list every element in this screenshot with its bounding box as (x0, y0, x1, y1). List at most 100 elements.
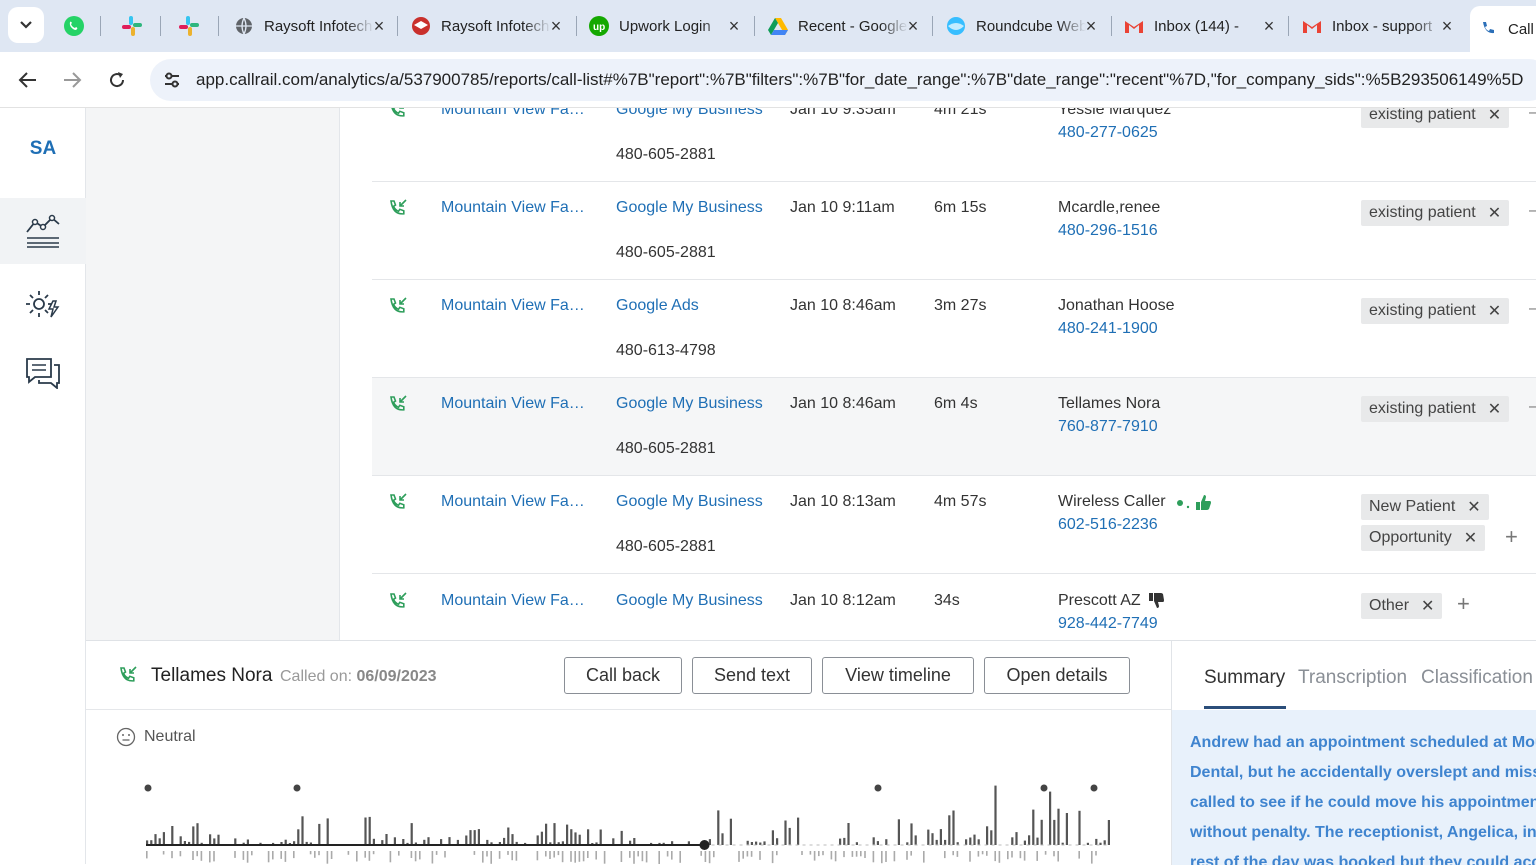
waveform-bar (994, 785, 997, 845)
tag: Opportunity ✕ (1361, 525, 1486, 551)
caller-phone-link[interactable]: 928-442-7749 (1058, 615, 1158, 633)
pinned-tab-whatsapp[interactable] (57, 9, 91, 43)
account-avatar[interactable]: SA (0, 138, 86, 160)
source-link[interactable]: Google My Business (616, 108, 763, 119)
browser-tab-active[interactable]: Call (1470, 6, 1536, 52)
browser-tab[interactable]: Roundcube Webmail × (938, 9, 1106, 43)
thumbs-down-icon[interactable] (1147, 592, 1165, 610)
close-icon[interactable]: × (1260, 17, 1278, 35)
waveform-bar-secondary (553, 851, 555, 858)
source-link[interactable]: Google My Business (616, 199, 763, 217)
waveform-bar-secondary (549, 851, 551, 859)
thumbs-up-icon[interactable] (1176, 493, 1212, 511)
company-link[interactable]: Mountain View Family Dental (441, 592, 591, 610)
waveform-bar-secondary (738, 851, 740, 862)
waveform-bar (553, 823, 556, 845)
remove-tag-icon[interactable]: ✕ (1488, 399, 1501, 419)
close-icon[interactable]: × (547, 17, 565, 35)
playhead-handle[interactable] (699, 840, 710, 850)
remove-tag-icon[interactable]: ✕ (1464, 528, 1477, 548)
browser-tab[interactable]: up Upwork Login × (581, 9, 749, 43)
waveform-bar-secondary (570, 851, 572, 862)
remove-tag-icon[interactable]: ✕ (1488, 301, 1501, 321)
tracking-number: 480-605-2881 (616, 440, 716, 457)
source-link[interactable]: Google My Business (616, 592, 763, 610)
forward-button[interactable] (56, 64, 88, 96)
send-text-button[interactable]: Send text (692, 657, 812, 694)
waveform-bar (1107, 820, 1110, 845)
company-link[interactable]: Mountain View Family Dental (441, 297, 591, 315)
close-icon[interactable]: × (1438, 17, 1456, 35)
waveform-bar-secondary (629, 851, 631, 858)
company-link[interactable]: Mountain View Family Dental (441, 108, 591, 119)
caller-phone-link[interactable]: 480-296-1516 (1058, 222, 1158, 240)
remove-tag-icon[interactable]: ✕ (1488, 203, 1501, 223)
speaker-marker (1040, 784, 1048, 792)
tab-transcription[interactable]: Transcription (1298, 667, 1407, 689)
reload-button[interactable] (101, 64, 133, 96)
source-link[interactable]: Google My Business (616, 493, 763, 511)
caller-phone-link[interactable]: 480-241-1900 (1058, 320, 1158, 338)
waveform-bar (1095, 838, 1098, 845)
add-tag-icon[interactable]: + (1505, 524, 1518, 550)
browser-tab[interactable]: Raysoft Infotech × (403, 9, 571, 43)
nav-analytics[interactable] (0, 198, 86, 264)
waveform-bar (385, 834, 388, 845)
close-icon[interactable]: × (904, 17, 922, 35)
waveform-bar-secondary (981, 851, 984, 855)
nav-conversations[interactable] (0, 340, 86, 406)
call-row[interactable]: Mountain View Family Dental Google Ads 4… (372, 280, 1536, 378)
more-icon[interactable]: – (1529, 202, 1536, 220)
tag-label: existing patient (1369, 302, 1476, 319)
browser-tab[interactable]: Inbox (144) - × (1116, 9, 1284, 43)
remove-tag-icon[interactable]: ✕ (1421, 596, 1434, 616)
browser-tab[interactable]: Raysoft Infotech × (226, 9, 394, 43)
waveform-bar-secondary (1019, 851, 1022, 859)
company-link[interactable]: Mountain View Family Dental (441, 199, 591, 217)
waveform-bar-secondary (742, 851, 744, 859)
more-icon[interactable]: – (1529, 398, 1536, 416)
close-icon[interactable]: × (370, 17, 388, 35)
waveform-bar-secondary (969, 851, 971, 862)
call-row[interactable]: Mountain View Family Dental Google My Bu… (372, 575, 1536, 640)
source-link[interactable]: Google My Business (616, 395, 763, 413)
call-row-selected[interactable]: Mountain View Family Dental Google My Bu… (372, 378, 1536, 476)
inbound-call-icon (391, 108, 405, 117)
company-link[interactable]: Mountain View Family Dental (441, 395, 591, 413)
caller-phone-link[interactable]: 760-877-7910 (1058, 418, 1158, 436)
call-row[interactable]: Mountain View Family Dental Google My Bu… (372, 476, 1536, 574)
tab-classification[interactable]: Classification (1421, 667, 1533, 689)
remove-tag-icon[interactable]: ✕ (1467, 497, 1480, 517)
close-icon[interactable]: × (725, 17, 743, 35)
tab-summary[interactable]: Summary (1204, 667, 1285, 689)
caller-phone-link[interactable]: 602-516-2236 (1058, 516, 1158, 534)
browser-tab[interactable]: Recent - Google Drive × (760, 9, 928, 43)
caller-name-text: Jonathan Hoose (1058, 297, 1175, 314)
open-details-button[interactable]: Open details (984, 657, 1130, 694)
view-timeline-button[interactable]: View timeline (822, 657, 974, 694)
address-bar[interactable]: app.callrail.com/analytics/a/537900785/r… (150, 59, 1536, 101)
pinned-tab-slack[interactable] (115, 9, 149, 43)
caller-phone-link[interactable]: 480-277-0625 (1058, 124, 1158, 142)
waveform-bar (721, 833, 724, 845)
more-icon[interactable]: – (1529, 300, 1536, 318)
call-row[interactable]: Mountain View Family Dental Google My Bu… (372, 108, 1536, 182)
tab-search-button[interactable] (8, 7, 44, 43)
site-info-icon[interactable] (160, 68, 184, 92)
waveform-bar (1023, 840, 1026, 845)
waveform-bar (843, 837, 846, 845)
nav-automation-settings[interactable] (0, 271, 86, 337)
call-row[interactable]: Mountain View Family Dental Google My Bu… (372, 182, 1536, 280)
add-tag-icon[interactable]: + (1457, 591, 1470, 617)
browser-tab[interactable]: Inbox - support × (1294, 9, 1462, 43)
pinned-tab-slack-2[interactable] (172, 9, 206, 43)
call-back-button[interactable]: Call back (564, 657, 682, 694)
waveform-bar-secondary (771, 851, 774, 864)
back-button[interactable] (12, 64, 44, 96)
more-icon[interactable]: – (1529, 108, 1536, 122)
remove-tag-icon[interactable]: ✕ (1488, 108, 1501, 125)
company-link[interactable]: Mountain View Family Dental (441, 493, 591, 511)
audio-waveform-player[interactable] (142, 777, 1117, 865)
close-icon[interactable]: × (1082, 17, 1100, 35)
source-link[interactable]: Google Ads (616, 297, 699, 315)
